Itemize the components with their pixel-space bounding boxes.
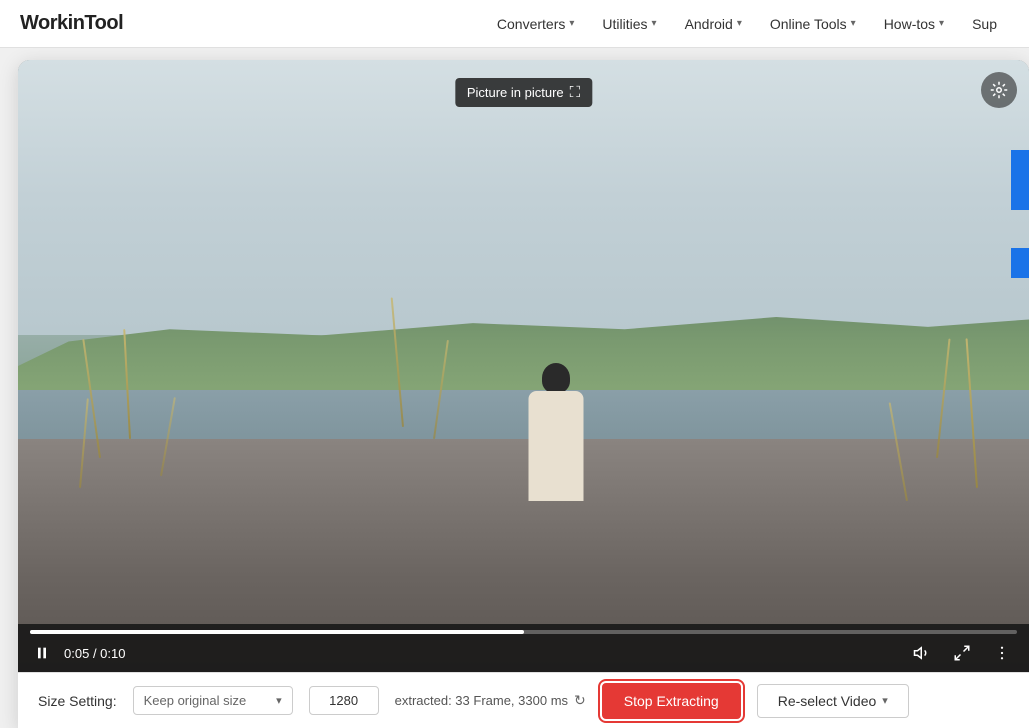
pip-label: Picture in picture (467, 85, 564, 100)
size-input[interactable] (309, 686, 379, 715)
person-head (542, 363, 570, 393)
time-display: 0:05 / 0:10 (64, 646, 125, 661)
chevron-down-icon: ▾ (851, 18, 856, 29)
chevron-down-icon: ▾ (882, 694, 888, 707)
person-figure (516, 361, 596, 501)
size-setting-label: Size Setting: (38, 693, 117, 709)
pip-icon: ⛶ (570, 84, 581, 101)
video-modal: Picture in picture ⛶ (18, 60, 1029, 728)
progress-bar[interactable] (30, 630, 1017, 634)
person-body (528, 391, 583, 501)
reselect-video-button[interactable]: Re-select Video ▾ (757, 684, 909, 718)
nav-android[interactable]: Android ▾ (673, 10, 754, 38)
video-topright-button[interactable] (981, 72, 1017, 108)
refresh-icon[interactable]: ↻ (574, 692, 586, 709)
play-pause-button[interactable] (30, 643, 54, 663)
chevron-down-icon: ▾ (276, 694, 282, 707)
side-button-top[interactable] (1011, 150, 1029, 210)
bottom-bar: Size Setting: Keep original size ▾ extra… (18, 672, 1029, 728)
progress-bar-fill (30, 630, 524, 634)
nav-sup[interactable]: Sup (960, 10, 1009, 38)
chevron-down-icon: ▾ (939, 18, 944, 29)
chevron-down-icon: ▾ (737, 18, 742, 29)
stop-extracting-button[interactable]: Stop Extracting (602, 683, 741, 719)
nav-how-tos[interactable]: How-tos ▾ (872, 10, 956, 38)
pip-tooltip: Picture in picture ⛶ (455, 78, 592, 107)
video-container[interactable]: Picture in picture ⛶ (18, 60, 1029, 672)
size-dropdown-value: Keep original size (144, 693, 247, 708)
nav-utilities[interactable]: Utilities ▾ (590, 10, 668, 38)
video-controls: 0:05 / 0:10 (18, 624, 1029, 672)
size-dropdown[interactable]: Keep original size ▾ (133, 686, 293, 715)
site-logo[interactable]: WorkinTool (20, 12, 123, 35)
extracted-info: extracted: 33 Frame, 3300 ms ↻ (395, 692, 586, 709)
nav-converters[interactable]: Converters ▾ (485, 10, 587, 38)
nav-online-tools[interactable]: Online Tools ▾ (758, 10, 868, 38)
side-button-bottom[interactable] (1011, 248, 1029, 278)
more-options-button[interactable] (987, 642, 1017, 664)
navbar: WorkinTool Converters ▾ Utilities ▾ Andr… (0, 0, 1029, 48)
volume-button[interactable] (907, 642, 937, 664)
controls-row: 0:05 / 0:10 (30, 642, 1017, 664)
chevron-down-icon: ▾ (652, 18, 657, 29)
chevron-down-icon: ▾ (569, 18, 574, 29)
navbar-links: Converters ▾ Utilities ▾ Android ▾ Onlin… (485, 10, 1009, 38)
fullscreen-button[interactable] (947, 642, 977, 664)
video-scene (18, 60, 1029, 672)
